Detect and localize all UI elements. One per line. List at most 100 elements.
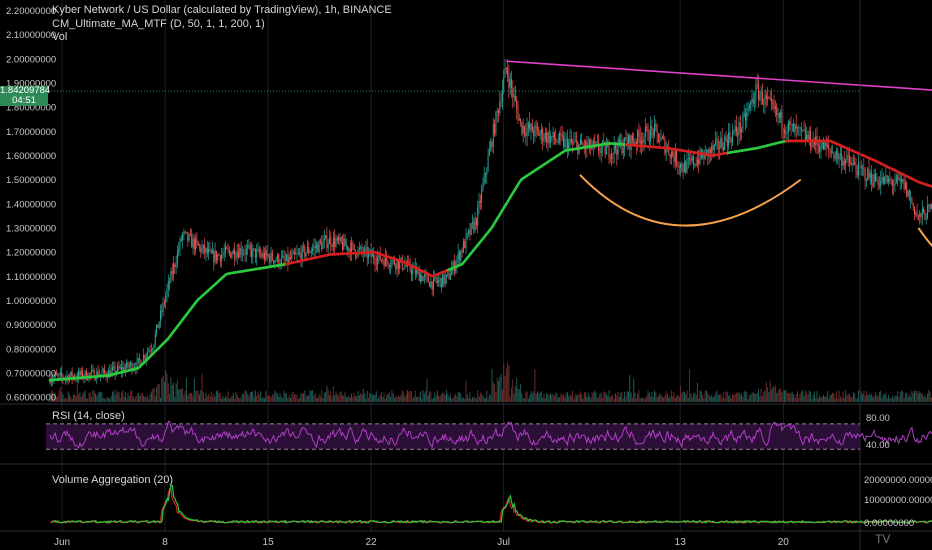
candle-body	[664, 138, 666, 154]
volume-bar	[399, 396, 401, 402]
volume-bar	[191, 393, 193, 402]
volume-bar	[74, 394, 76, 402]
candle-body	[669, 154, 671, 159]
candle-body	[787, 121, 789, 133]
volume-bar	[306, 395, 308, 402]
volume-bar	[685, 394, 687, 402]
candle-body	[741, 128, 743, 133]
volume-bar	[431, 398, 433, 402]
volume-bar	[608, 390, 610, 402]
volume-bar	[150, 391, 152, 402]
candle-body	[898, 177, 900, 181]
volume-bar	[605, 393, 607, 402]
candle-body	[397, 260, 399, 269]
candle-body	[387, 260, 389, 266]
volume-bar	[751, 392, 753, 402]
candle-body	[405, 265, 407, 266]
candle-body	[383, 260, 385, 267]
volume-legend[interactable]: Vol	[52, 31, 67, 43]
volume-bar	[251, 391, 252, 402]
volume-bar	[548, 395, 550, 402]
candle-body	[470, 223, 472, 235]
volume-bar	[167, 383, 169, 402]
volume-bar	[559, 396, 561, 402]
volume-bar	[241, 393, 243, 402]
candle-body	[817, 144, 819, 146]
volume-bar	[140, 393, 142, 402]
time-tick-label: Jul	[497, 537, 510, 548]
candle-body	[880, 180, 882, 187]
volume-bar	[854, 393, 856, 402]
volume-bar	[698, 398, 700, 402]
candle-body	[804, 130, 806, 140]
candle-body	[534, 125, 536, 136]
volume-bar	[459, 392, 460, 402]
volume-bar	[746, 392, 748, 402]
price-tick-label: 1.70000000	[6, 127, 56, 138]
indicator-legend[interactable]: CM_Ultimate_MA_MTF (D, 50, 1, 1, 200, 1)	[52, 18, 265, 30]
candle-body	[167, 281, 169, 290]
volume-bar	[877, 396, 879, 402]
candle-body	[173, 264, 174, 275]
volume-bar	[639, 398, 641, 402]
volume-bar	[784, 390, 785, 402]
candle-body	[758, 84, 759, 100]
candle-body	[358, 248, 360, 250]
volume-bar	[192, 395, 194, 402]
volume-bar	[551, 394, 553, 402]
volume-bar	[527, 398, 529, 402]
candle-body	[643, 136, 645, 143]
candle-body	[742, 115, 744, 129]
candle-body	[862, 167, 863, 169]
volume-bar	[858, 390, 860, 402]
volume-bar	[166, 373, 168, 402]
volume-bar	[189, 392, 191, 402]
candle-body	[850, 162, 852, 166]
candle-body	[162, 302, 164, 312]
candle-body	[535, 125, 537, 128]
volume-bar	[600, 392, 602, 402]
candle-body	[674, 151, 676, 163]
volume-bar	[604, 391, 606, 402]
volume-bar	[602, 397, 603, 402]
candle-body	[420, 275, 421, 282]
candle-body	[232, 249, 234, 255]
candle-body	[111, 367, 113, 371]
candle-body	[739, 122, 741, 133]
volume-bar	[300, 393, 302, 402]
volume-bar	[370, 393, 372, 402]
volume-aggregation-legend[interactable]: Volume Aggregation (20)	[52, 474, 173, 486]
volume-bar	[871, 394, 873, 402]
candle-body	[91, 370, 93, 374]
candle-body	[559, 133, 561, 142]
volume-bar	[310, 390, 312, 402]
rsi-legend[interactable]: RSI (14, close)	[52, 410, 125, 422]
candle-body	[728, 132, 730, 147]
volume-bar	[654, 390, 655, 402]
volume-bar	[130, 391, 132, 402]
candle-body	[226, 247, 228, 250]
candle-body	[678, 166, 680, 168]
candle-body	[277, 254, 278, 261]
price-chart[interactable]: 2.200000002.100000002.000000001.90000000…	[0, 0, 932, 550]
candle-body	[867, 168, 869, 181]
tradingview-logo[interactable]: TV	[875, 532, 890, 546]
volume-bar	[141, 392, 143, 402]
candle-body	[444, 277, 446, 284]
candle-body	[61, 372, 63, 377]
volume-bar	[264, 398, 265, 402]
candle-body	[490, 141, 492, 150]
volume-bar	[72, 394, 74, 402]
volume-bar	[457, 391, 459, 402]
volume-bar	[830, 394, 832, 402]
candle-body	[205, 248, 207, 253]
volume-bar	[625, 396, 627, 402]
candle-body	[446, 274, 447, 278]
symbol-title[interactable]: Kyber Network / US Dollar (calculated by…	[52, 4, 392, 16]
volume-bar	[598, 397, 600, 402]
volume-bar	[118, 391, 120, 402]
candle-body	[84, 370, 86, 377]
candle-body	[563, 136, 564, 147]
volume-bar	[257, 392, 259, 402]
volume-bar	[689, 369, 691, 402]
